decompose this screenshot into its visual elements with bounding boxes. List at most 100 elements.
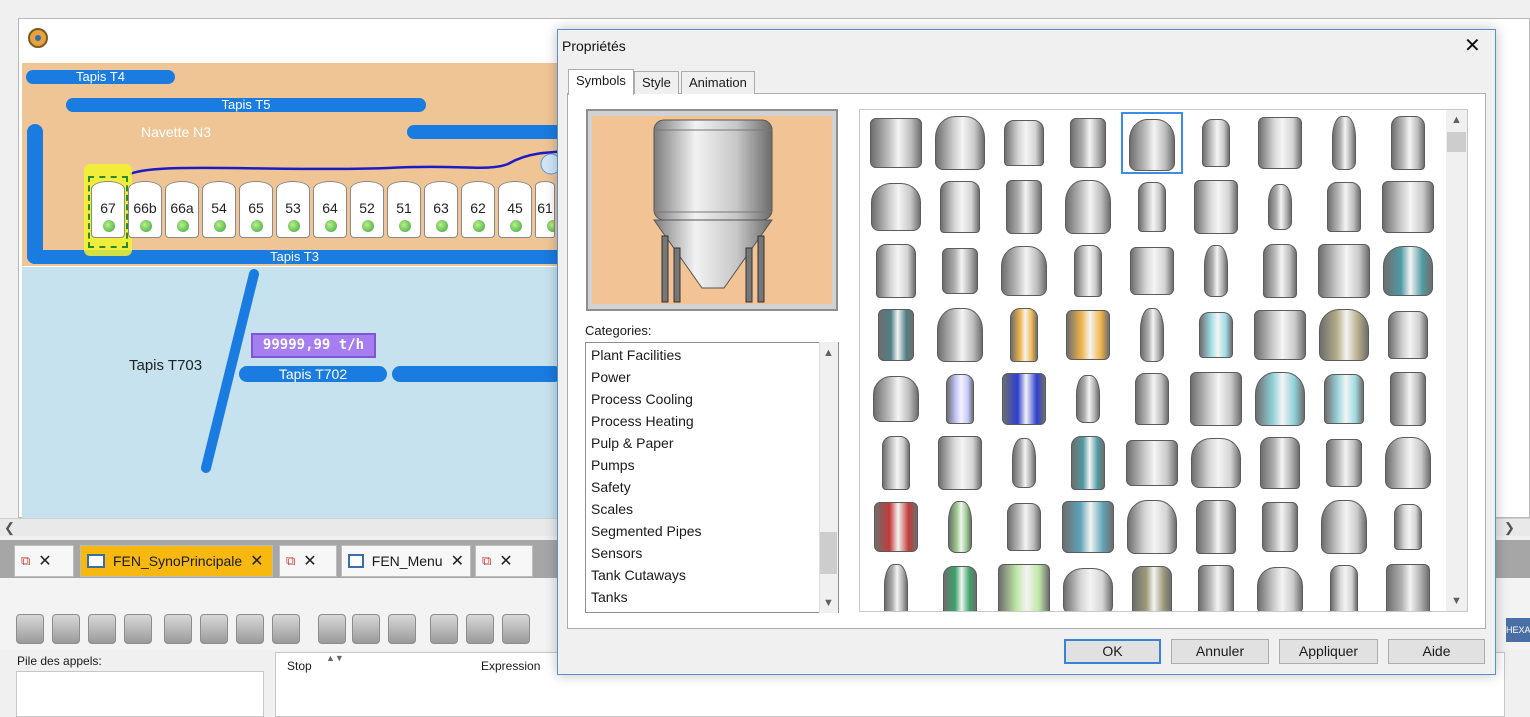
scroll-down-icon[interactable]: ▼ [1451,595,1462,607]
category-item[interactable]: Tanks [591,586,628,608]
tank-symbol-icon[interactable] [1377,304,1439,366]
tank-symbol-icon[interactable] [1377,176,1439,238]
silo[interactable]: 54 [202,181,236,238]
tank-symbol-icon[interactable] [865,560,927,611]
tank-symbol-icon[interactable] [865,496,927,558]
tank-symbol-icon[interactable] [1249,368,1311,430]
sort-icon[interactable]: ▲▼ [326,653,344,663]
column-stop[interactable]: Stop [287,659,312,673]
tank-symbol-icon[interactable] [1313,368,1375,430]
call-stack-panel[interactable] [16,671,264,717]
tank-symbol-icon[interactable] [1057,432,1119,494]
toolbar-button-icon[interactable] [200,614,228,644]
silo[interactable]: 63 [424,181,458,238]
tank-symbol-icon[interactable] [993,304,1055,366]
tank-symbol-icon[interactable] [929,176,991,238]
tank-symbol-icon[interactable] [865,240,927,302]
silo[interactable]: 53 [276,181,310,238]
close-icon[interactable]: ✕ [499,551,512,571]
category-item[interactable]: Tank Cutaways [591,564,686,586]
tank-symbol-icon[interactable] [1185,560,1247,611]
tank-symbol-icon[interactable] [1313,432,1375,494]
tank-symbol-icon[interactable] [1377,560,1439,611]
tank-symbol-icon[interactable] [1249,304,1311,366]
scroll-right-icon[interactable]: ❯ [1504,520,1515,536]
tank-symbol-icon[interactable] [1313,496,1375,558]
tank-symbol-icon[interactable] [1121,560,1183,611]
tank-symbol-icon[interactable] [1185,496,1247,558]
silo[interactable]: 64 [313,181,347,238]
tank-symbol-icon[interactable] [1249,240,1311,302]
symbol-grid-scroll-thumb[interactable] [1447,132,1466,152]
tab-symbols[interactable]: Symbols [568,69,634,95]
tank-symbol-icon[interactable] [1313,176,1375,238]
toolbar-button-icon[interactable] [88,614,116,644]
scroll-up-icon[interactable]: ▲ [1451,114,1462,126]
category-item[interactable]: Pulp & Paper [591,432,674,454]
silo[interactable]: 45 [498,181,532,238]
tab-diagram-3[interactable]: ⧉ ✕ [475,545,533,577]
close-icon[interactable]: ✕ [303,551,316,571]
scroll-down-icon[interactable]: ▼ [823,597,834,609]
tank-symbol-icon[interactable] [993,496,1055,558]
tank-symbol-icon[interactable] [1121,176,1183,238]
tank-symbol-icon[interactable] [1057,496,1119,558]
silo[interactable]: 67 [91,181,125,238]
belt-t4[interactable]: Tapis T4 [26,70,175,84]
tank-symbol-icon[interactable] [1377,240,1439,302]
toolbar-button-icon[interactable] [272,614,300,644]
tank-symbol-icon[interactable] [929,304,991,366]
category-item[interactable]: Process Cooling [591,388,693,410]
tank-symbol-icon[interactable] [1185,240,1247,302]
silo[interactable]: 65 [239,181,273,238]
silo[interactable]: 66b [128,181,162,238]
toolbar-button-icon[interactable] [16,614,44,644]
scroll-left-icon[interactable]: ❮ [4,520,15,536]
tank-symbol-icon[interactable] [865,176,927,238]
tab-style[interactable]: Style [634,71,679,94]
scroll-up-icon[interactable]: ▲ [823,347,834,359]
tank-symbol-icon[interactable] [1185,304,1247,366]
toolbar-button-icon[interactable] [318,614,346,644]
tank-symbol-icon[interactable] [1249,496,1311,558]
toolbar-button-icon[interactable] [124,614,152,644]
tank-symbol-icon[interactable] [1313,240,1375,302]
tank-symbol-icon[interactable] [993,240,1055,302]
tank-symbol-icon[interactable] [865,304,927,366]
tank-symbol-icon[interactable] [1249,432,1311,494]
tank-symbol-icon[interactable] [1185,176,1247,238]
tank-symbol-icon[interactable] [929,432,991,494]
tank-symbol-icon[interactable] [1249,112,1311,174]
column-expression[interactable]: Expression [481,659,540,673]
tank-symbol-icon[interactable] [1121,496,1183,558]
categories-list[interactable]: Plant Facilities Power Process Cooling Proc… [585,342,839,613]
tank-symbol-icon[interactable] [1313,304,1375,366]
tank-symbol-icon[interactable] [929,496,991,558]
tank-symbol-icon[interactable] [1249,560,1311,611]
tab-animation[interactable]: Animation [681,71,755,94]
tab-fen-synoprincipale[interactable]: FEN_SynoPrincipale ✕ [80,545,273,577]
close-icon[interactable]: ✕ [250,551,263,571]
symbol-grid-scrollbar[interactable] [1446,110,1467,611]
tank-symbol-icon[interactable] [1057,304,1119,366]
category-item[interactable]: Segmented Pipes [591,520,702,542]
apply-button[interactable]: Appliquer [1279,639,1378,664]
silo[interactable]: 51 [387,181,421,238]
symbol-grid[interactable] [859,109,1468,612]
belt-t702[interactable]: Tapis T702 [239,366,387,382]
belt-t702-extension[interactable] [392,366,562,382]
tank-symbol-icon[interactable] [865,368,927,430]
tank-symbol-icon[interactable] [929,112,991,174]
category-item[interactable]: Scales [591,498,633,520]
tank-symbol-icon[interactable] [993,112,1055,174]
tank-symbol-icon[interactable] [1313,560,1375,611]
belt-n3[interactable] [407,125,562,139]
toolbar-button-icon[interactable] [430,614,458,644]
toolbar-button-icon[interactable] [466,614,494,644]
toolbar-button-icon[interactable] [52,614,80,644]
category-item[interactable]: Pumps [591,454,635,476]
category-item[interactable]: Process Heating [591,410,694,432]
tank-symbol-icon[interactable] [1313,112,1375,174]
hexa-button[interactable]: HEXA [1506,618,1530,642]
tank-symbol-icon[interactable] [993,432,1055,494]
